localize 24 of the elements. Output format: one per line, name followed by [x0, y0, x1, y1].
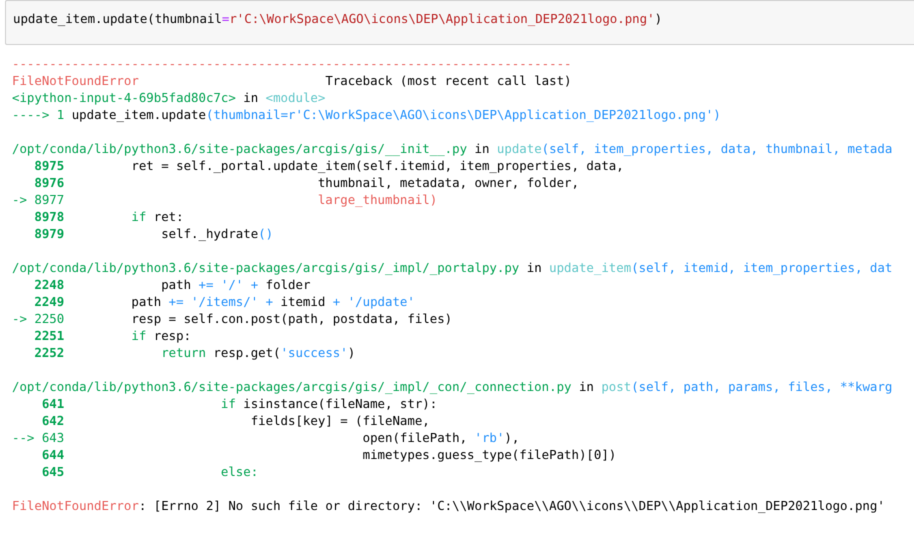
traceback-line: 8976 thumbnail, metadata, owner, folder,	[33, 174, 579, 191]
traceback-line: -> 2250 resp = self.con.post(path, postdata, files)	[12, 310, 452, 327]
traceback-line: /opt/conda/lib/python3.6/site-packages/arcgis/gis/__init__.py in update(self, item_properties, data, thumbnail, metada	[12, 140, 892, 157]
traceback-line: ---------------------------------------------------------------------------	[12, 55, 572, 72]
code-input-cell[interactable]: update_item.update(thumbnail=r'C:\WorkSpace\AGO\icons\DEP\Application_DEP2021logo.png')	[5, 0, 914, 45]
traceback-line: 641 if isinstance(fileName, str):	[40, 395, 438, 412]
traceback-line: 8975 ret = self._portal.update_item(self.itemid, item_properties, data,	[33, 157, 624, 174]
traceback-line: <ipython-input-4-69b5fad80c7c> in <module>	[12, 89, 326, 106]
traceback-line: 2251 if resp:	[33, 327, 192, 344]
traceback-line: 642 fields[key] = (fileName,	[40, 412, 430, 429]
traceback-line: 644 mimetypes.guess_type(filePath)[0])	[40, 446, 616, 463]
traceback-line: 8978 if ret:	[33, 208, 184, 225]
traceback-line: /opt/conda/lib/python3.6/site-packages/arcgis/gis/_impl/_con/_connection.py in post(self, path, params, files, **kwarg	[12, 378, 892, 395]
traceback-line: 8979 self._hydrate()	[33, 225, 274, 242]
traceback-line: ----> 1 update_item.update(thumbnail=r'C:\WorkSpace\AGO\icons\DEP\Application_DEP2021logo.png')	[12, 106, 721, 123]
traceback-line: --> 643 open(filePath, 'rb'),	[12, 429, 520, 446]
traceback-line: FileNotFoundError: [Errno 2] No such file or directory: 'C:\\WorkSpace\\AGO\\icons\\DEP\\Application_DEP2021logo.png'	[12, 497, 885, 514]
traceback-line: -> 8977 large_thumbnail)	[12, 191, 438, 208]
traceback-line: 2248 path += '/' + folder	[33, 276, 310, 293]
traceback-line: 645 else:	[40, 463, 258, 480]
traceback-line: 2249 path += '/items/' + itemid + '/update'	[33, 293, 415, 310]
traceback-line: /opt/conda/lib/python3.6/site-packages/arcgis/gis/_impl/_portalpy.py in update_item(self, itemid, item_properties, dat	[12, 259, 892, 276]
traceback-line: 2252 return resp.get('success')	[33, 344, 356, 361]
traceback-line: FileNotFoundError Traceback (most recent call last)	[12, 72, 572, 89]
